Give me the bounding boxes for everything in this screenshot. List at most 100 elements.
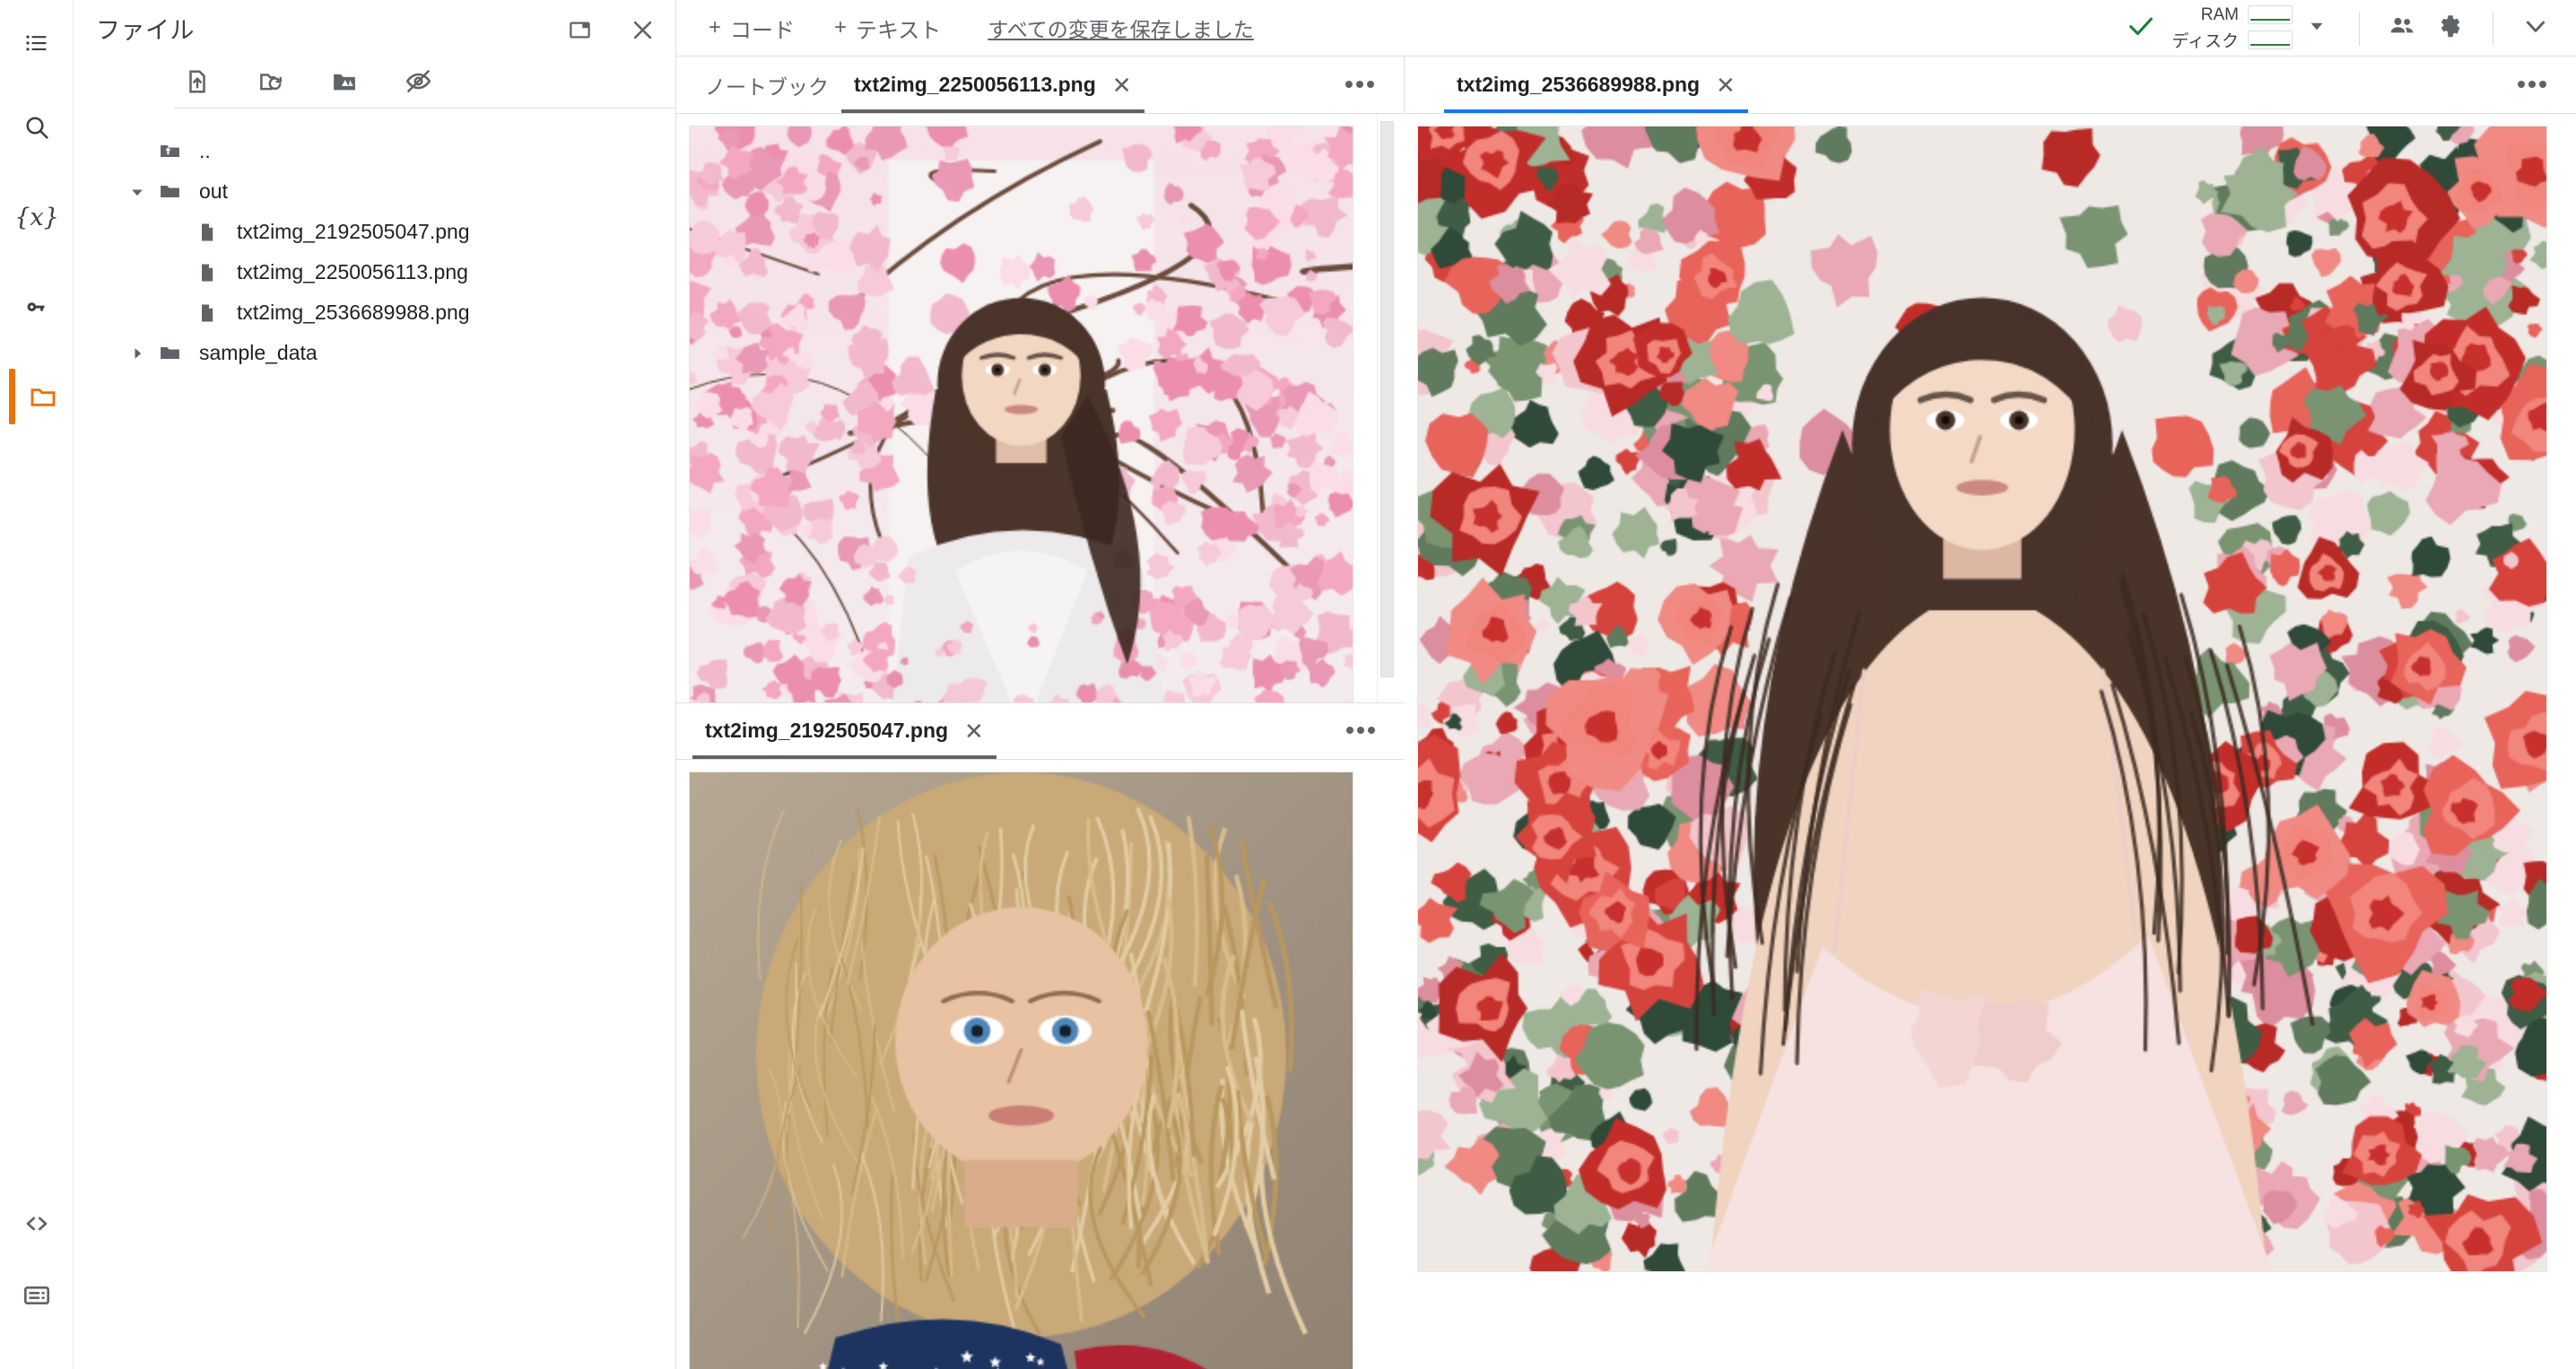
- file-icon: [190, 262, 224, 283]
- file-icon: [190, 222, 224, 243]
- plus-icon: +: [709, 15, 722, 39]
- file-tree-item-out[interactable]: out: [74, 171, 676, 212]
- tab-label: ノートブック: [705, 74, 829, 99]
- resource-usage-indicator[interactable]: RAM ディスク: [2162, 5, 2293, 52]
- add-text-cell-label: テキスト: [856, 18, 942, 43]
- middle-pane-scrollbar-top[interactable]: [1377, 114, 1395, 702]
- tab-label: txt2img_2192505047.png: [705, 719, 949, 742]
- search-icon: [22, 113, 51, 142]
- file-tree-item-label: out: [199, 179, 228, 203]
- file-tree-item-label: txt2img_2536689988.png: [237, 301, 470, 324]
- refresh-folder-button[interactable]: [248, 61, 294, 106]
- close-icon[interactable]: ✕: [964, 719, 984, 743]
- ram-label: RAM: [2200, 4, 2239, 24]
- file-tree-item-txt2img-2192505047[interactable]: txt2img_2192505047.png: [74, 212, 676, 252]
- middle-preview-top: [676, 114, 1405, 702]
- middle-pane-more-button[interactable]: [1345, 77, 1375, 93]
- settings-button[interactable]: [2430, 8, 2471, 49]
- close-icon: [630, 17, 656, 48]
- add-text-cell-button[interactable]: + テキスト: [827, 9, 948, 48]
- refresh-folder-icon: [257, 68, 284, 100]
- disk-sparkline: [2248, 30, 2293, 49]
- chevron-down-icon: [2521, 12, 2550, 45]
- toolbar-divider: [2359, 11, 2360, 46]
- left-icon-rail: {x}: [0, 0, 74, 1369]
- add-code-cell-button[interactable]: + コード: [701, 9, 802, 48]
- preview-image: [690, 126, 1353, 702]
- preview-image: [690, 772, 1353, 1369]
- image-preview-2250056113[interactable]: [689, 126, 1353, 702]
- toggle-hidden-button[interactable]: [395, 61, 441, 106]
- variables-icon: {x}: [14, 203, 59, 231]
- save-status-link[interactable]: すべての変更を保存しました: [988, 13, 1253, 43]
- sidebar-rail-secrets[interactable]: [0, 269, 74, 344]
- right-pane-tabbar: txt2img_2536689988.png ✕: [1405, 57, 2576, 114]
- gear-icon: [2436, 12, 2465, 45]
- upload-file-button[interactable]: [174, 61, 221, 106]
- parent-folder-icon: [152, 140, 187, 162]
- image-preview-2536689988[interactable]: [1417, 126, 2547, 1272]
- middle-preview-pane: ノートブック txt2img_2250056113.png ✕ txt2img_…: [676, 57, 1405, 1369]
- open-in-new-pane-button[interactable]: [560, 13, 599, 52]
- folder-icon: [29, 382, 57, 411]
- chevron-down-icon[interactable]: [122, 183, 152, 201]
- chevron-down-icon: [2305, 14, 2328, 42]
- rail-active-indicator: [9, 369, 15, 424]
- right-preview-area: [1405, 114, 2576, 1369]
- middle-pane-bottom-more-button[interactable]: [1345, 723, 1376, 739]
- key-icon: [23, 293, 50, 320]
- folder-icon: [152, 342, 187, 364]
- sidebar-rail-files[interactable]: [0, 359, 74, 434]
- right-pane-more-button[interactable]: [2517, 77, 2547, 93]
- preview-split: ノートブック txt2img_2250056113.png ✕ txt2img_…: [676, 57, 2576, 1369]
- middle-preview-bottom: [676, 760, 1405, 1369]
- files-panel: ファイル .. out txt2img_2192505047.png txt2i…: [74, 0, 676, 1369]
- chevron-right-icon[interactable]: [122, 344, 152, 362]
- terminal-icon: [22, 1281, 51, 1310]
- file-tree-item-label: txt2img_2250056113.png: [237, 260, 468, 283]
- files-panel-header: ファイル: [74, 0, 676, 56]
- file-tree-item-txt2img-2536689988[interactable]: txt2img_2536689988.png: [74, 292, 676, 333]
- files-panel-toolbar: [74, 56, 676, 108]
- close-icon[interactable]: ✕: [1716, 74, 1736, 97]
- folder-icon: [152, 180, 187, 203]
- right-preview-pane: txt2img_2536689988.png ✕: [1405, 57, 2576, 1369]
- resource-dropdown-button[interactable]: [2296, 8, 2337, 49]
- toolbar-right-group: RAM ディスク: [2126, 0, 2560, 57]
- close-icon[interactable]: ✕: [1112, 74, 1132, 97]
- file-tree: .. out txt2img_2192505047.png txt2img_22…: [74, 120, 676, 1161]
- files-toolbar-divider: [174, 108, 676, 109]
- collapse-header-button[interactable]: [2515, 8, 2556, 49]
- file-icon: [190, 302, 224, 324]
- check-icon: [2126, 11, 2156, 46]
- notebook-toolbar: + コード + テキスト すべての変更を保存しました RAM ディスク: [676, 0, 2576, 57]
- sidebar-rail-code-snippets[interactable]: [0, 1186, 74, 1261]
- tab-label: txt2img_2250056113.png: [854, 73, 1096, 96]
- people-icon: [2388, 12, 2416, 45]
- close-files-panel-button[interactable]: [622, 13, 662, 52]
- toc-icon: [23, 30, 50, 57]
- tab-notebook[interactable]: ノートブック: [692, 57, 841, 113]
- tab-txt2img-2192505047[interactable]: txt2img_2192505047.png ✕: [692, 702, 996, 759]
- tab-txt2img-2250056113[interactable]: txt2img_2250056113.png ✕: [841, 57, 1144, 113]
- tab-txt2img-2536689988[interactable]: txt2img_2536689988.png ✕: [1444, 57, 1748, 113]
- file-tree-item-label: ..: [199, 139, 211, 162]
- mount-drive-button[interactable]: [321, 61, 368, 106]
- eye-off-icon: [405, 67, 432, 100]
- editor-column: + コード + テキスト すべての変更を保存しました RAM ディスク ノートブ…: [676, 0, 2576, 1369]
- image-preview-2192505047[interactable]: [689, 772, 1353, 1369]
- middle-pane-tabbar-bottom: txt2img_2192505047.png ✕: [676, 702, 1405, 760]
- plus-icon: +: [834, 15, 848, 39]
- add-code-cell-label: コード: [730, 18, 796, 43]
- file-tree-item-txt2img-2250056113[interactable]: txt2img_2250056113.png: [74, 252, 676, 292]
- middle-pane-tabbar-top: ノートブック txt2img_2250056113.png ✕: [676, 57, 1404, 114]
- file-tree-item-parent[interactable]: ..: [74, 131, 676, 171]
- sidebar-rail-terminal[interactable]: [0, 1258, 74, 1333]
- sidebar-rail-toc[interactable]: [0, 5, 74, 81]
- sidebar-rail-search[interactable]: [0, 90, 74, 165]
- upload-file-icon: [184, 68, 211, 100]
- disk-label: ディスク: [2171, 31, 2239, 51]
- file-tree-item-sample-data[interactable]: sample_data: [74, 333, 676, 373]
- share-button[interactable]: [2381, 8, 2423, 49]
- sidebar-rail-variables[interactable]: {x}: [0, 179, 74, 255]
